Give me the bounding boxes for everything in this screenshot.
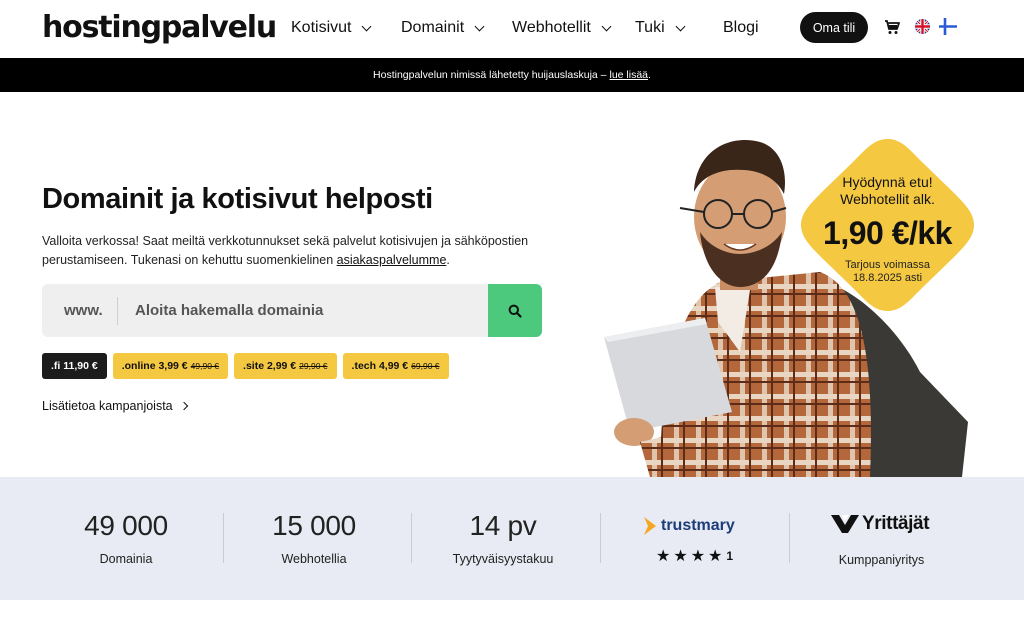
stat-number: 14 pv — [469, 510, 537, 541]
trustmary-mark-icon — [644, 517, 656, 535]
search-divider — [117, 297, 118, 325]
chip-online[interactable]: .online 3,99 € 49,90 € — [112, 353, 229, 379]
nav-label: Kotisivut — [291, 19, 352, 36]
trustmary-text: trustmary — [661, 517, 735, 534]
rating-suffix: 1 — [726, 549, 734, 563]
star-icon: ★ — [673, 548, 688, 565]
notice-end: . — [648, 69, 651, 81]
nav-domainit[interactable]: Domainit — [401, 19, 485, 37]
stat-domains: 49 000 Domainia — [32, 477, 220, 600]
nav-label: Blogi — [723, 19, 759, 36]
chip-label: .fi 11,90 € — [51, 360, 98, 372]
badge-headline: Hyödynnä etu! Webhotellit alk. — [797, 174, 978, 208]
stat-number: 49 000 — [84, 510, 168, 541]
search-icon — [508, 304, 522, 318]
account-button[interactable]: Oma tili — [800, 12, 868, 43]
stat-webhotels: 15 000 Webhotellia — [220, 477, 408, 600]
www-prefix: www. — [64, 302, 103, 319]
campaign-info-link[interactable]: Lisätietoa kampanjoista — [42, 399, 188, 413]
nav-webhotellit[interactable]: Webhotellit — [512, 19, 612, 37]
logo[interactable]: hostingpalvelu — [42, 10, 277, 45]
stat-label: Domainia — [99, 552, 153, 566]
chip-label: .tech 4,99 € — [351, 360, 409, 372]
hero-lead: Valloita verkossa! Saat meiltä verkkotun… — [42, 232, 562, 270]
chevron-right-icon — [179, 401, 188, 411]
yrittajat-text: Yrittäjät — [862, 513, 930, 534]
finland-flag-icon[interactable] — [939, 18, 957, 35]
hero-section: Domainit ja kotisivut helposti Valloita … — [0, 92, 1024, 477]
badge-valid-1: Tarjous voimassa — [845, 259, 930, 271]
chip-label: .site 2,99 € — [243, 360, 297, 372]
badge-valid-2: 18.8.2025 asti — [852, 272, 923, 284]
chip-fi[interactable]: .fi 11,90 € — [42, 353, 107, 379]
search-button[interactable] — [488, 284, 542, 337]
star-icon: ★ — [708, 548, 723, 565]
uk-flag-icon[interactable] — [915, 19, 930, 34]
nav-tuki[interactable]: Tuki — [635, 19, 686, 37]
chevron-down-icon — [362, 21, 372, 32]
badge-validity: Tarjous voimassa 18.8.2025 asti — [797, 259, 978, 285]
chevron-down-icon — [601, 21, 612, 32]
stat-number: 15 000 — [272, 510, 356, 541]
hosting-offer-badge[interactable]: Hyödynnä etu! Webhotellit alk. 1,90 €/kk… — [797, 135, 978, 315]
lead-end: . — [446, 253, 450, 267]
customer-service-link[interactable]: asiakaspalvelumme — [337, 253, 447, 267]
partner-label: Kumppaniyritys — [838, 553, 925, 567]
badge-line-2: Webhotellit alk. — [840, 191, 935, 207]
chip-old-price: 29,90 € — [299, 361, 328, 371]
yrittajat-logo[interactable]: Yrittäjät — [830, 513, 930, 535]
page-title: Domainit ja kotisivut helposti — [42, 183, 433, 215]
scam-notice-bar: Hostingpalvelun nimissä lähetetty huijau… — [0, 58, 1024, 92]
domain-price-chips: .fi 11,90 € .online 3,99 € 49,90 € .site… — [42, 353, 449, 379]
chip-old-price: 49,90 € — [190, 361, 220, 371]
chip-site[interactable]: .site 2,99 € 29,90 € — [234, 353, 337, 379]
domain-search-input[interactable] — [135, 294, 480, 327]
star-icon: ★ — [656, 548, 671, 565]
stat-label: Webhotellia — [281, 552, 347, 566]
notice-read-more-link[interactable]: lue lisää — [610, 69, 649, 81]
stat-guarantee: 14 pv Tyytyväisyystakuu — [409, 477, 597, 600]
nav-label: Webhotellit — [512, 19, 591, 36]
badge-line-1: Hyödynnä etu! — [842, 174, 933, 190]
lead-text: Valloita verkossa! Saat meiltä verkkotun… — [42, 234, 529, 267]
nav-label: Tuki — [635, 19, 665, 36]
chevron-down-icon — [474, 21, 485, 32]
nav-label: Domainit — [401, 19, 465, 36]
nav-kotisivut[interactable]: Kotisivut — [291, 19, 372, 37]
campaign-link-label: Lisätietoa kampanjoista — [42, 399, 173, 413]
chip-old-price: 69,90 € — [411, 361, 440, 371]
trustmary-logo[interactable]: trustmary — [643, 514, 735, 538]
domain-search-box: www. — [42, 284, 542, 337]
chevron-down-icon — [675, 21, 686, 32]
nav-blogi[interactable]: Blogi — [723, 19, 759, 37]
cart-icon[interactable] — [884, 19, 900, 35]
badge-price: 1,90 €/kk — [823, 215, 952, 251]
site-header: hostingpalvelu Kotisivut Domainit Webhot… — [0, 0, 1024, 58]
stat-divider — [600, 513, 601, 563]
chip-tech[interactable]: .tech 4,99 € 69,90 € — [342, 353, 449, 379]
star-icon: ★ — [690, 548, 706, 565]
notice-text: Hostingpalvelun nimissä lähetetty huijau… — [373, 69, 607, 81]
yrittajat-mark-icon — [831, 515, 859, 533]
chip-label: .online 3,99 € — [121, 360, 188, 372]
stat-label: Tyytyväisyystakuu — [452, 552, 554, 566]
rating-stars: ★ ★ ★ ★ 1 — [656, 546, 733, 566]
stats-band: 49 000 Domainia 15 000 Webhotellia 14 pv… — [0, 477, 1024, 600]
